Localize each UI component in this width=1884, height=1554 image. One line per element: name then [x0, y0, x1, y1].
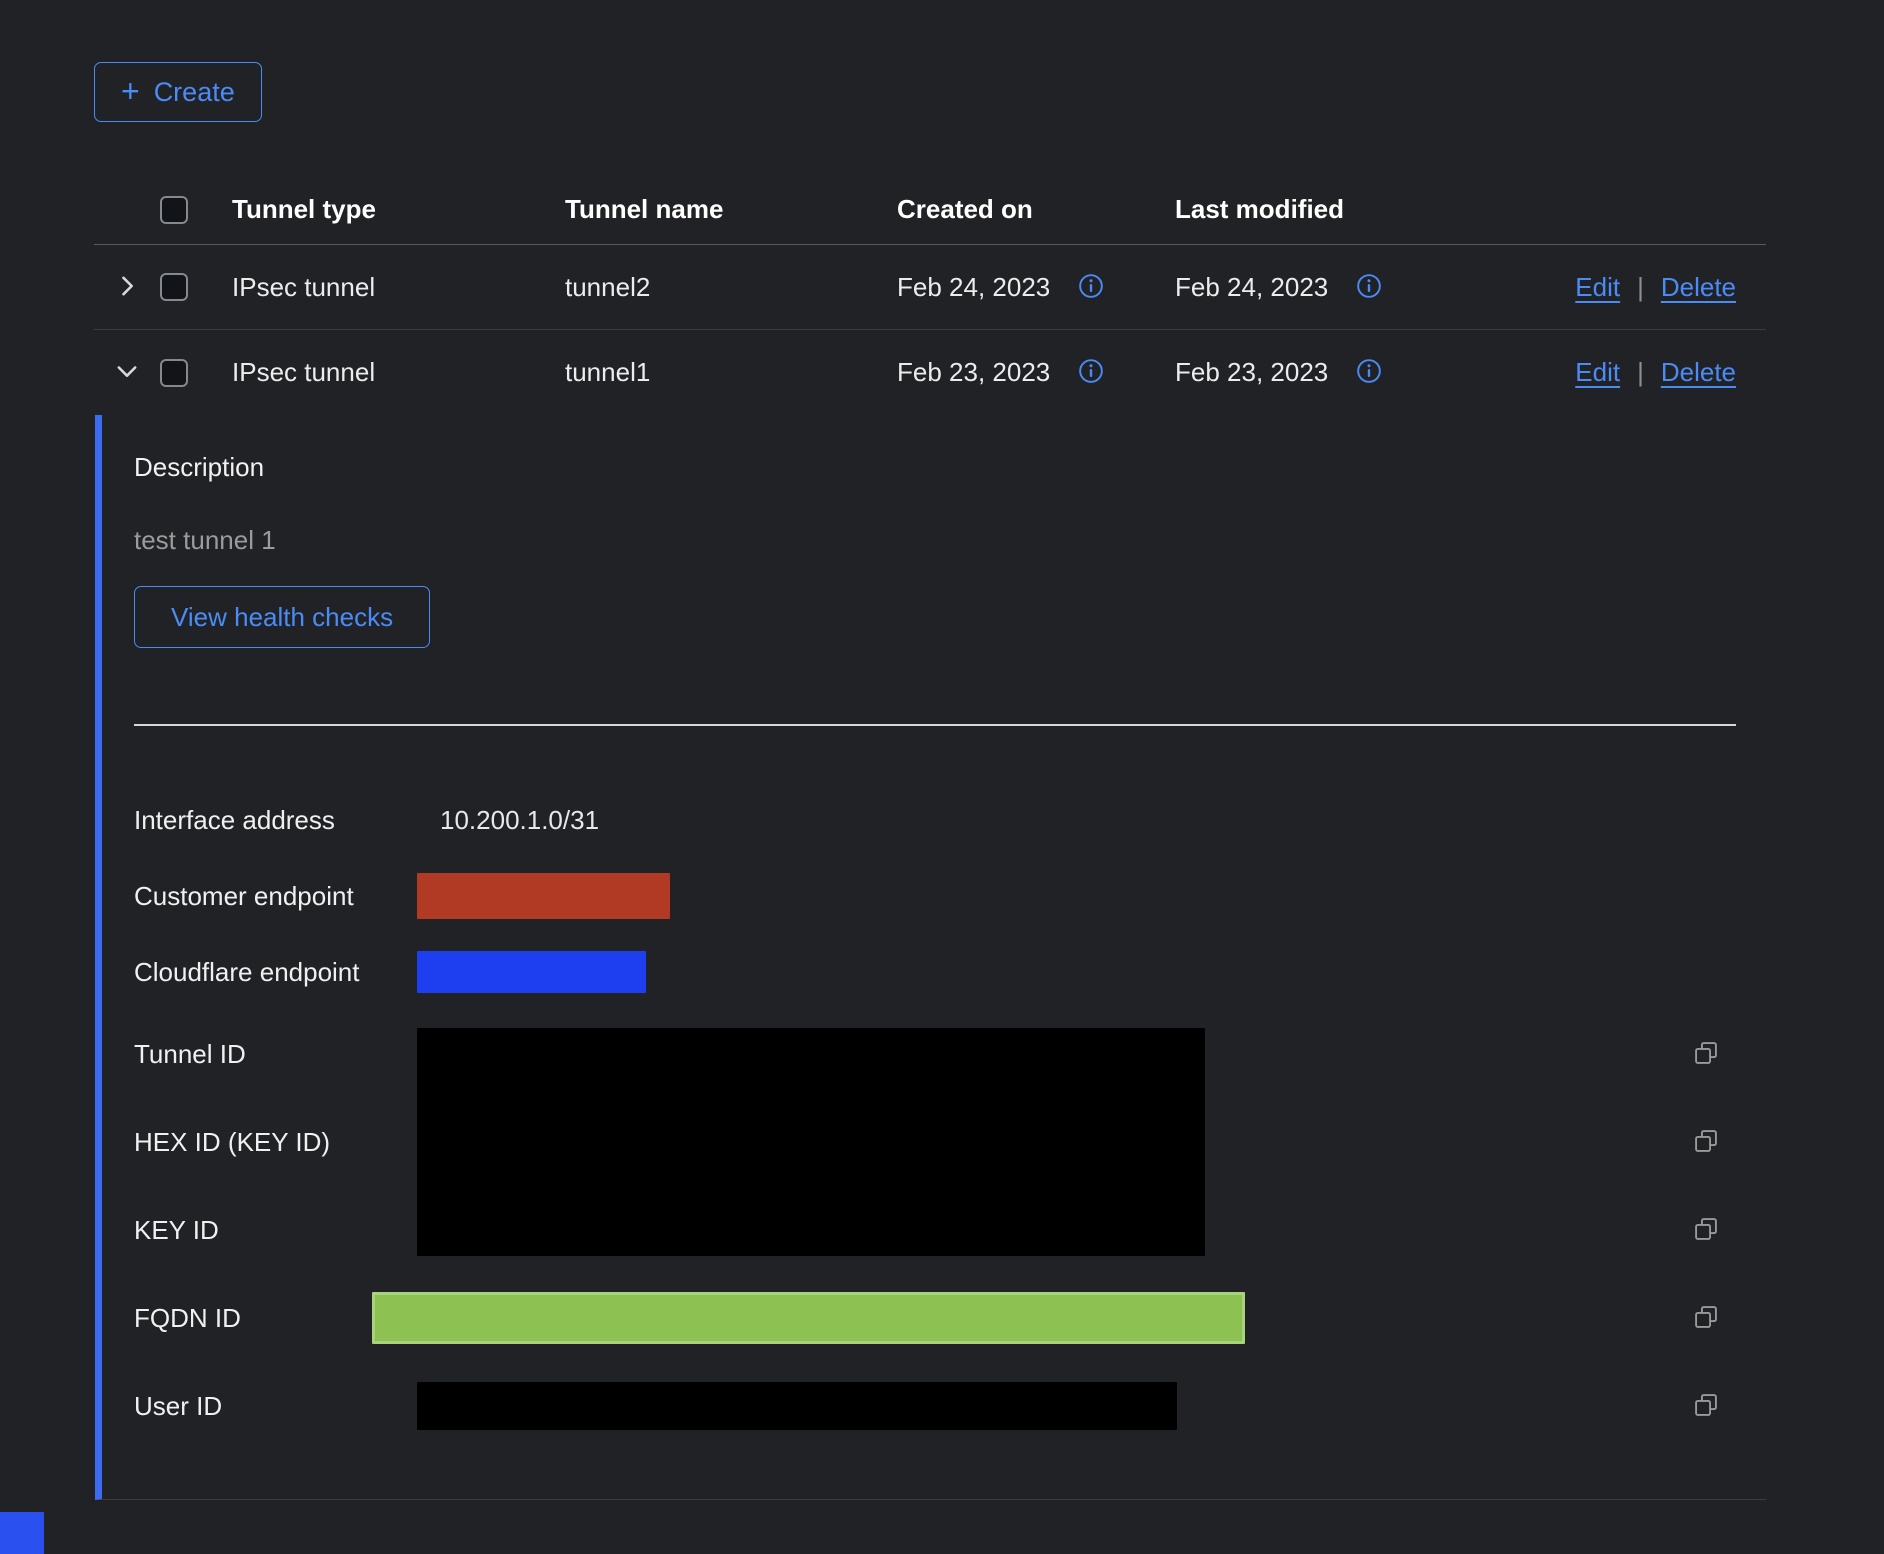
copy-icon	[1692, 1391, 1720, 1422]
copy-user-id-button[interactable]	[1692, 1391, 1720, 1422]
create-button[interactable]: + Create	[94, 62, 262, 122]
tunnel-ids-group: Tunnel ID HEX ID (KEY ID) KEY ID	[134, 1010, 1736, 1274]
user-id-row: User ID	[134, 1362, 1736, 1450]
table-header-row: Tunnel type Tunnel name Created on Last …	[94, 175, 1766, 245]
interface-address-label: Interface address	[134, 805, 417, 836]
description-value: test tunnel 1	[134, 525, 1736, 556]
created-on-info-button[interactable]	[1078, 358, 1104, 387]
fqdn-id-row: FQDN ID	[134, 1274, 1736, 1362]
created-on-info-button[interactable]	[1078, 273, 1104, 302]
copy-hex-id-button[interactable]	[1692, 1127, 1720, 1158]
interface-address-row: Interface address 10.200.1.0/31	[134, 782, 1736, 858]
tunnels-page: + Create Tunnel type Tunnel name Created…	[0, 0, 1884, 1554]
copy-icon	[1692, 1039, 1720, 1070]
row-checkbox[interactable]	[160, 273, 188, 301]
last-modified-cell: Feb 24, 2023	[1175, 272, 1328, 303]
copy-icon	[1692, 1303, 1720, 1334]
customer-endpoint-label: Customer endpoint	[134, 881, 417, 912]
table-row-tunnel2: IPsec tunnel tunnel2 Feb 24, 2023 Feb 24…	[94, 245, 1766, 330]
column-header-created-on: Created on	[897, 194, 1175, 225]
copy-icon	[1692, 1127, 1720, 1158]
copy-tunnel-id-button[interactable]	[1692, 1039, 1720, 1070]
tunnel-type-cell: IPsec tunnel	[232, 272, 565, 303]
created-on-cell: Feb 23, 2023	[897, 357, 1050, 388]
cloudflare-endpoint-label: Cloudflare endpoint	[134, 957, 417, 988]
select-all-checkbox[interactable]	[160, 196, 188, 224]
column-header-last-modified: Last modified	[1175, 194, 1491, 225]
tunnel-type-cell: IPsec tunnel	[232, 357, 565, 388]
column-header-tunnel-type: Tunnel type	[232, 194, 565, 225]
customer-endpoint-row: Customer endpoint	[134, 858, 1736, 934]
plus-icon: +	[121, 75, 140, 107]
action-separator: |	[1637, 357, 1644, 388]
last-modified-cell: Feb 23, 2023	[1175, 357, 1328, 388]
view-health-checks-button[interactable]: View health checks	[134, 586, 430, 648]
tunnels-table: Tunnel type Tunnel name Created on Last …	[94, 175, 1766, 415]
section-divider	[134, 724, 1736, 726]
chevron-right-icon	[113, 272, 141, 303]
bottom-left-blue-shape	[0, 1512, 44, 1554]
tunnel-id-label: Tunnel ID	[134, 1039, 417, 1070]
delete-link[interactable]: Delete	[1661, 272, 1736, 303]
info-icon	[1356, 273, 1382, 302]
delete-link[interactable]: Delete	[1661, 357, 1736, 388]
tunnel-ids-redacted-value	[417, 1028, 1205, 1256]
edit-link[interactable]: Edit	[1575, 272, 1620, 303]
created-on-cell: Feb 24, 2023	[897, 272, 1050, 303]
copy-key-id-button[interactable]	[1692, 1215, 1720, 1246]
user-id-redacted-value	[417, 1382, 1177, 1430]
info-icon	[1356, 358, 1382, 387]
interface-address-value: 10.200.1.0/31	[417, 805, 1676, 836]
customer-endpoint-redacted-value	[417, 873, 670, 919]
user-id-label: User ID	[134, 1391, 417, 1422]
table-row-tunnel1: IPsec tunnel tunnel1 Feb 23, 2023 Feb 23…	[94, 330, 1766, 415]
tunnel-name-cell: tunnel2	[565, 272, 897, 303]
column-header-tunnel-name: Tunnel name	[565, 194, 897, 225]
info-icon	[1078, 273, 1104, 302]
edit-link[interactable]: Edit	[1575, 357, 1620, 388]
key-id-label: KEY ID	[134, 1215, 417, 1246]
hex-id-label: HEX ID (KEY ID)	[134, 1127, 417, 1158]
cloudflare-endpoint-redacted-value	[417, 951, 646, 993]
row-checkbox[interactable]	[160, 359, 188, 387]
create-button-label: Create	[154, 77, 235, 108]
fqdn-id-redacted-value	[372, 1292, 1245, 1344]
copy-fqdn-id-button[interactable]	[1692, 1303, 1720, 1334]
description-label: Description	[134, 452, 1736, 483]
collapse-row-button[interactable]	[109, 353, 145, 392]
chevron-down-icon	[113, 357, 141, 388]
info-icon	[1078, 358, 1104, 387]
tunnel-detail-panel: Description test tunnel 1 View health ch…	[95, 415, 1766, 1500]
action-separator: |	[1637, 272, 1644, 303]
cloudflare-endpoint-row: Cloudflare endpoint	[134, 934, 1736, 1010]
expand-row-button[interactable]	[109, 268, 145, 307]
copy-icon	[1692, 1215, 1720, 1246]
tunnel-name-cell: tunnel1	[565, 357, 897, 388]
last-modified-info-button[interactable]	[1356, 273, 1382, 302]
last-modified-info-button[interactable]	[1356, 358, 1382, 387]
